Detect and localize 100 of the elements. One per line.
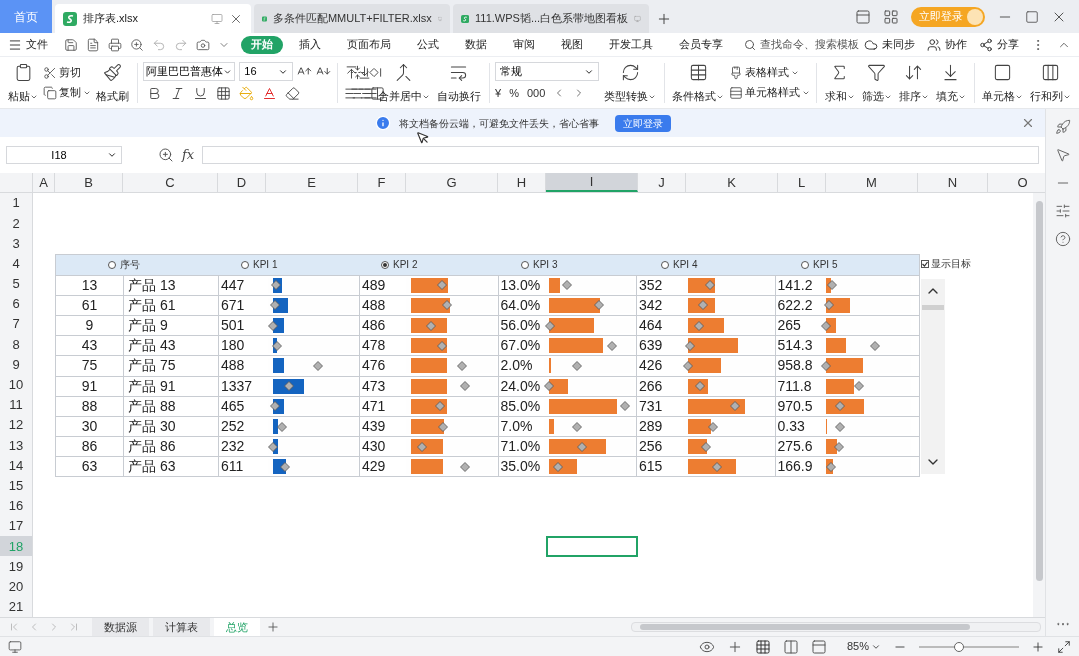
cells-button[interactable]: 单元格 <box>979 60 1025 105</box>
column-header[interactable]: N <box>918 173 988 192</box>
name-box[interactable]: I18 <box>6 146 122 164</box>
row-header[interactable]: 21 <box>0 596 32 617</box>
row-header[interactable]: 10 <box>0 374 32 395</box>
wrap-text-button[interactable]: 自动换行 <box>434 60 483 105</box>
grid-icon[interactable] <box>883 8 899 25</box>
help-icon[interactable] <box>1054 231 1071 247</box>
column-header[interactable]: A <box>33 173 55 192</box>
font-color-icon[interactable] <box>262 85 278 101</box>
vertical-scrollbar[interactable] <box>1033 193 1045 617</box>
ribbon-tab[interactable]: 视图 <box>551 35 593 54</box>
row-header[interactable]: 9 <box>0 354 32 375</box>
paste-button[interactable]: 粘贴 <box>6 60 40 105</box>
column-header[interactable]: F <box>358 173 406 192</box>
copy-button[interactable]: 复制 <box>43 82 91 103</box>
camera-icon[interactable] <box>196 37 210 52</box>
number-format-button[interactable]: ¥ <box>495 84 502 102</box>
row-header[interactable]: 20 <box>0 576 32 597</box>
fill-button[interactable]: 填充 <box>933 60 968 105</box>
rocket-icon[interactable] <box>1054 119 1071 135</box>
macro-icon[interactable] <box>8 639 22 654</box>
justify-icon[interactable] <box>363 85 379 101</box>
show-target-checkbox[interactable]: 显示目标 <box>921 253 971 274</box>
column-header[interactable]: K <box>686 173 778 192</box>
ribbon-tab[interactable]: 会员专享 <box>669 35 733 54</box>
page-break-icon[interactable] <box>810 638 827 655</box>
column-header[interactable]: G <box>406 173 498 192</box>
share-button[interactable]: 分享 <box>979 36 1019 53</box>
column-header[interactable]: L <box>778 173 826 192</box>
fullscreen-icon[interactable] <box>1057 639 1071 654</box>
number-format-select[interactable]: 常规 <box>495 62 599 81</box>
sync-status[interactable]: 未同步 <box>864 36 915 53</box>
radio-option[interactable]: KPI 4 <box>661 257 698 273</box>
underline-icon[interactable] <box>193 85 209 101</box>
close-icon[interactable] <box>1021 116 1035 130</box>
ribbon-tab[interactable]: 审阅 <box>503 35 545 54</box>
sum-button[interactable]: 求和 <box>822 60 857 105</box>
format-painter-button[interactable]: 格式刷 <box>94 60 131 105</box>
column-header[interactable]: C <box>123 173 218 192</box>
column-header[interactable]: M <box>826 173 918 192</box>
sheet-tab[interactable]: 计算表 <box>153 618 210 636</box>
panel-icon[interactable] <box>855 8 871 25</box>
row-header[interactable]: 15 <box>0 475 32 496</box>
italic-icon[interactable] <box>170 85 186 101</box>
login-button[interactable]: 立即登录 <box>614 114 671 132</box>
ribbon-tab[interactable]: 公式 <box>407 35 449 54</box>
ribbon-tab[interactable]: 页面布局 <box>337 35 401 54</box>
row-header[interactable]: 11 <box>0 394 32 416</box>
sheet-tab[interactable]: 数据源 <box>92 618 149 636</box>
file-menu[interactable]: 文件 <box>0 36 56 53</box>
filter-button[interactable]: 筛选 <box>859 60 894 105</box>
cell-style-button[interactable]: 单元格样式 <box>729 82 811 103</box>
save-icon[interactable] <box>64 37 78 52</box>
export-icon[interactable] <box>86 37 100 52</box>
radio-option[interactable]: 序号 <box>108 257 140 273</box>
sliders-icon[interactable] <box>1054 203 1071 219</box>
align-middle-icon[interactable] <box>350 64 366 80</box>
ribbon-tab[interactable]: 数据 <box>455 35 497 54</box>
number-format-button[interactable]: % <box>509 84 519 102</box>
print-icon[interactable] <box>108 37 122 52</box>
conditional-format-button[interactable]: 条件格式 <box>670 60 727 105</box>
radio-option[interactable]: KPI 1 <box>241 257 278 273</box>
type-convert-button[interactable]: 类型转换 <box>602 60 658 105</box>
function-label[interactable]: fx <box>182 145 195 165</box>
row-header[interactable]: 12 <box>0 415 32 436</box>
pointer-icon[interactable] <box>1054 147 1071 163</box>
row-header[interactable]: 14 <box>0 455 32 476</box>
column-header[interactable]: J <box>638 173 686 192</box>
row-header[interactable]: 5 <box>0 273 32 294</box>
row-header[interactable]: 3 <box>0 233 32 254</box>
checkbox-icon[interactable] <box>921 259 929 268</box>
radio-option[interactable]: KPI 2 <box>381 257 418 273</box>
ribbon-tab[interactable]: 插入 <box>289 35 331 54</box>
clear-icon[interactable] <box>285 85 301 101</box>
row-header[interactable]: 8 <box>0 334 32 355</box>
radio-option[interactable]: KPI 5 <box>801 257 838 273</box>
rows-columns-button[interactable]: 行和列 <box>1027 60 1073 105</box>
row-header[interactable]: 1 <box>0 193 32 214</box>
horizontal-scrollbar[interactable] <box>631 622 1041 632</box>
add-sheet-icon[interactable] <box>266 620 280 634</box>
preview-icon[interactable] <box>130 37 144 52</box>
row-header[interactable]: 2 <box>0 213 32 234</box>
row-header[interactable]: 17 <box>0 516 32 537</box>
formula-input[interactable] <box>202 146 1039 164</box>
zoom-select[interactable]: 85% <box>846 638 881 655</box>
sort-button[interactable]: 排序 <box>896 60 931 105</box>
number-format-button[interactable]: 000 <box>526 84 546 102</box>
row-header[interactable]: 4 <box>0 253 32 274</box>
row-header[interactable]: 19 <box>0 556 32 577</box>
collaborate-button[interactable]: 协作 <box>927 36 967 53</box>
monitor-icon[interactable] <box>211 12 223 25</box>
ribbon-tab[interactable]: 开发工具 <box>599 35 663 54</box>
fill-color-icon[interactable] <box>239 85 255 101</box>
border-icon[interactable] <box>216 85 232 101</box>
command-search[interactable]: 查找命令、搜索模板 <box>744 36 859 53</box>
scroll-thumb[interactable] <box>922 304 944 310</box>
file-tab[interactable]: 111.WPS韬...白色系带地图看板 <box>453 4 649 33</box>
file-tab[interactable]: 排序表.xlsx <box>55 4 251 33</box>
row-header[interactable]: 16 <box>0 495 32 516</box>
